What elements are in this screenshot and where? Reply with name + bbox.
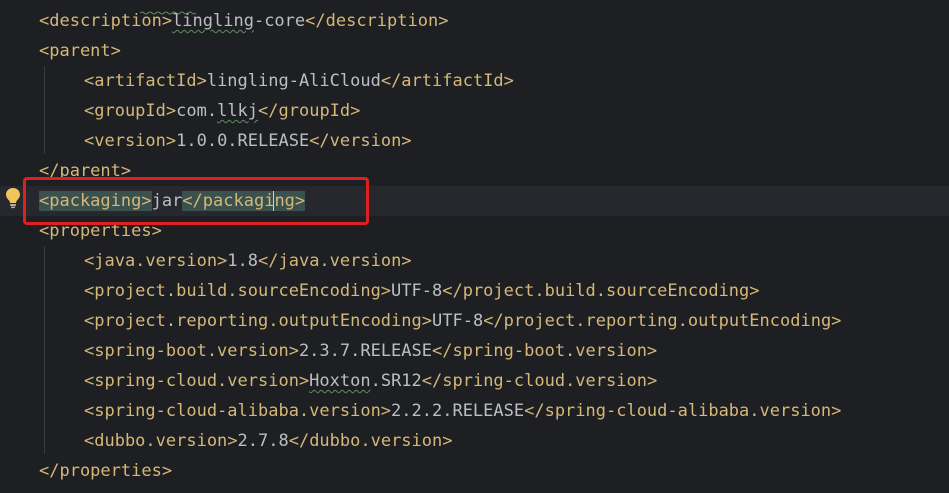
xml-tag: </java.version> — [258, 251, 412, 271]
xml-tag: </artifactId> — [380, 71, 514, 91]
code-line[interactable]: <groupId>com.llkj</groupId> — [0, 96, 949, 126]
xml-tag: </dubbo.version> — [288, 431, 453, 451]
code-line-content: </properties> — [39, 456, 172, 486]
xml-tag: <project.build.sourceEncoding> — [84, 281, 392, 301]
code-line[interactable]: </parent> — [0, 156, 949, 186]
code-line[interactable]: <artifactId>lingling-AliCloud</artifactI… — [0, 66, 949, 96]
xml-tag-matched: <packaging> — [39, 191, 152, 211]
xml-tag-matched: ng> — [274, 191, 306, 211]
xml-text-typo: llkj — [217, 101, 259, 121]
code-line-content: <project.reporting.outputEncoding>UTF-8<… — [84, 306, 841, 336]
xml-tag: <java.version> — [84, 251, 228, 271]
xml-tag: <spring-cloud-alibaba.version> — [84, 401, 392, 421]
xml-tag: <artifactId> — [84, 71, 207, 91]
xml-text: 1.8 — [227, 251, 259, 271]
code-line[interactable]: <parent> — [0, 36, 949, 66]
spelling-squiggle-fragment — [139, 0, 197, 15]
code-line-content: <groupId>com.llkj</groupId> — [84, 96, 360, 126]
xml-tag: <dubbo.version> — [84, 431, 238, 451]
code-line-content: <parent> — [39, 36, 121, 66]
xml-tag: </project.reporting.outputEncoding> — [483, 311, 842, 331]
code-line-content: <description>lingling-core</description> — [39, 6, 448, 36]
code-line-content: <spring-cloud.version>Hoxton.SR12</sprin… — [84, 366, 657, 396]
xml-text: com. — [176, 101, 218, 121]
code-line-current[interactable]: <packaging>jar</packaging> — [0, 186, 949, 216]
code-line[interactable]: <java.version>1.8</java.version> — [0, 246, 949, 276]
xml-tag: </description> — [305, 11, 449, 31]
code-line[interactable]: <properties> — [0, 216, 949, 246]
code-line-content: <spring-boot.version>2.3.7.RELEASE</spri… — [84, 336, 657, 366]
code-line-content: <artifactId>lingling-AliCloud</artifactI… — [84, 66, 514, 96]
xml-tag: </spring-cloud.version> — [421, 371, 658, 391]
xml-tag: </project.build.sourceEncoding> — [442, 281, 760, 301]
xml-tag: </groupId> — [258, 101, 361, 121]
xml-tag: <description> — [39, 11, 173, 31]
code-line-content: <packaging>jar</packaging> — [39, 186, 306, 216]
xml-tag: <version> — [84, 131, 177, 151]
xml-text: 2.2.2.RELEASE — [391, 401, 525, 421]
lightbulb-icon[interactable] — [5, 187, 21, 209]
xml-tag: <properties> — [39, 221, 162, 241]
xml-text: 1.0.0.RELEASE — [176, 131, 310, 151]
xml-tag: </parent> — [39, 161, 132, 181]
xml-tag: <parent> — [39, 41, 121, 61]
xml-text-typo: Hoxton — [309, 371, 371, 391]
xml-tag: <project.reporting.outputEncoding> — [84, 311, 432, 331]
code-line[interactable]: <spring-boot.version>2.3.7.RELEASE</spri… — [0, 336, 949, 366]
xml-tag-matched: </packagi — [182, 191, 275, 211]
code-line[interactable]: <project.build.sourceEncoding>UTF-8</pro… — [0, 276, 949, 306]
code-line[interactable]: <project.reporting.outputEncoding>UTF-8<… — [0, 306, 949, 336]
code-line[interactable]: <version>1.0.0.RELEASE</version> — [0, 126, 949, 156]
xml-tag: <spring-boot.version> — [84, 341, 299, 361]
xml-tag: </spring-boot.version> — [432, 341, 658, 361]
xml-text: -core — [253, 11, 306, 31]
xml-text: jar — [151, 191, 183, 211]
code-line-content: <version>1.0.0.RELEASE</version> — [84, 126, 412, 156]
xml-text: UTF-8 — [432, 311, 484, 331]
xml-text: lingling-AliCloud — [206, 71, 381, 91]
xml-tag: <groupId> — [84, 101, 177, 121]
code-line[interactable]: <spring-cloud.version>Hoxton.SR12</sprin… — [0, 366, 949, 396]
code-line[interactable]: <dubbo.version>2.7.8</dubbo.version> — [0, 426, 949, 456]
xml-text: .SR12 — [370, 371, 422, 391]
code-editor[interactable]: <description>lingling-core</description>… — [0, 0, 949, 493]
code-line-content: <java.version>1.8</java.version> — [84, 246, 412, 276]
xml-tag: </properties> — [39, 461, 173, 481]
code-line[interactable]: <spring-cloud-alibaba.version>2.2.2.RELE… — [0, 396, 949, 426]
code-line[interactable]: <description>lingling-core</description> — [0, 6, 949, 36]
code-line-content: <spring-cloud-alibaba.version>2.2.2.RELE… — [84, 396, 841, 426]
code-line-content: <dubbo.version>2.7.8</dubbo.version> — [84, 426, 452, 456]
xml-text: UTF-8 — [391, 281, 443, 301]
code-line-content: <project.build.sourceEncoding>UTF-8</pro… — [84, 276, 760, 306]
xml-tag: <spring-cloud.version> — [84, 371, 310, 391]
code-line-content: <properties> — [39, 216, 162, 246]
code-line[interactable]: </properties> — [0, 456, 949, 486]
xml-text: 2.7.8 — [237, 431, 289, 451]
code-line-content: </parent> — [39, 156, 131, 186]
xml-text: 2.3.7.RELEASE — [298, 341, 432, 361]
xml-tag: </version> — [309, 131, 412, 151]
xml-tag: </spring-cloud-alibaba.version> — [524, 401, 842, 421]
xml-text-typo: lingling — [172, 11, 254, 31]
